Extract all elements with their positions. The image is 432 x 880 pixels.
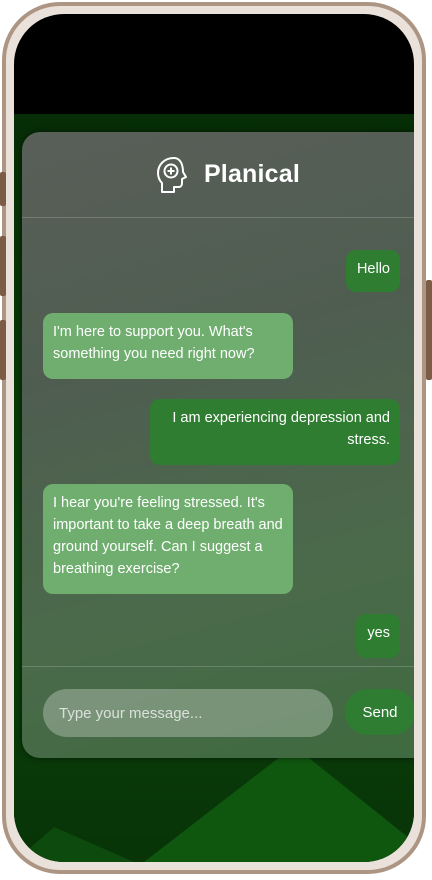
message-input[interactable] (43, 689, 333, 737)
chat-header: Planical (22, 132, 414, 218)
chat-message-bot: I'm here to support you. What's somethin… (43, 313, 293, 379)
app-title: Planical (203, 160, 301, 188)
head-plus-icon (156, 156, 187, 193)
send-button[interactable]: Send (345, 689, 414, 735)
chat-message-user: yes (356, 614, 400, 658)
side-button-left-1 (0, 172, 6, 206)
chat-window: Planical Hello I'm here to support you. … (22, 132, 414, 758)
side-button-right (426, 280, 432, 380)
side-button-left-3 (0, 320, 6, 380)
chat-message-bot: I hear you're feeling stressed. It's imp… (43, 484, 293, 594)
phone-frame: Planical Hello I'm here to support you. … (2, 2, 426, 874)
message-list: Hello I'm here to support you. What's so… (22, 218, 414, 666)
chat-message-user: I am experiencing depression and stress. (150, 399, 400, 465)
composer: Send (22, 666, 414, 758)
side-button-left-2 (0, 236, 6, 296)
chat-message-user: Hello (346, 250, 400, 292)
phone-screen: Planical Hello I'm here to support you. … (14, 14, 414, 862)
